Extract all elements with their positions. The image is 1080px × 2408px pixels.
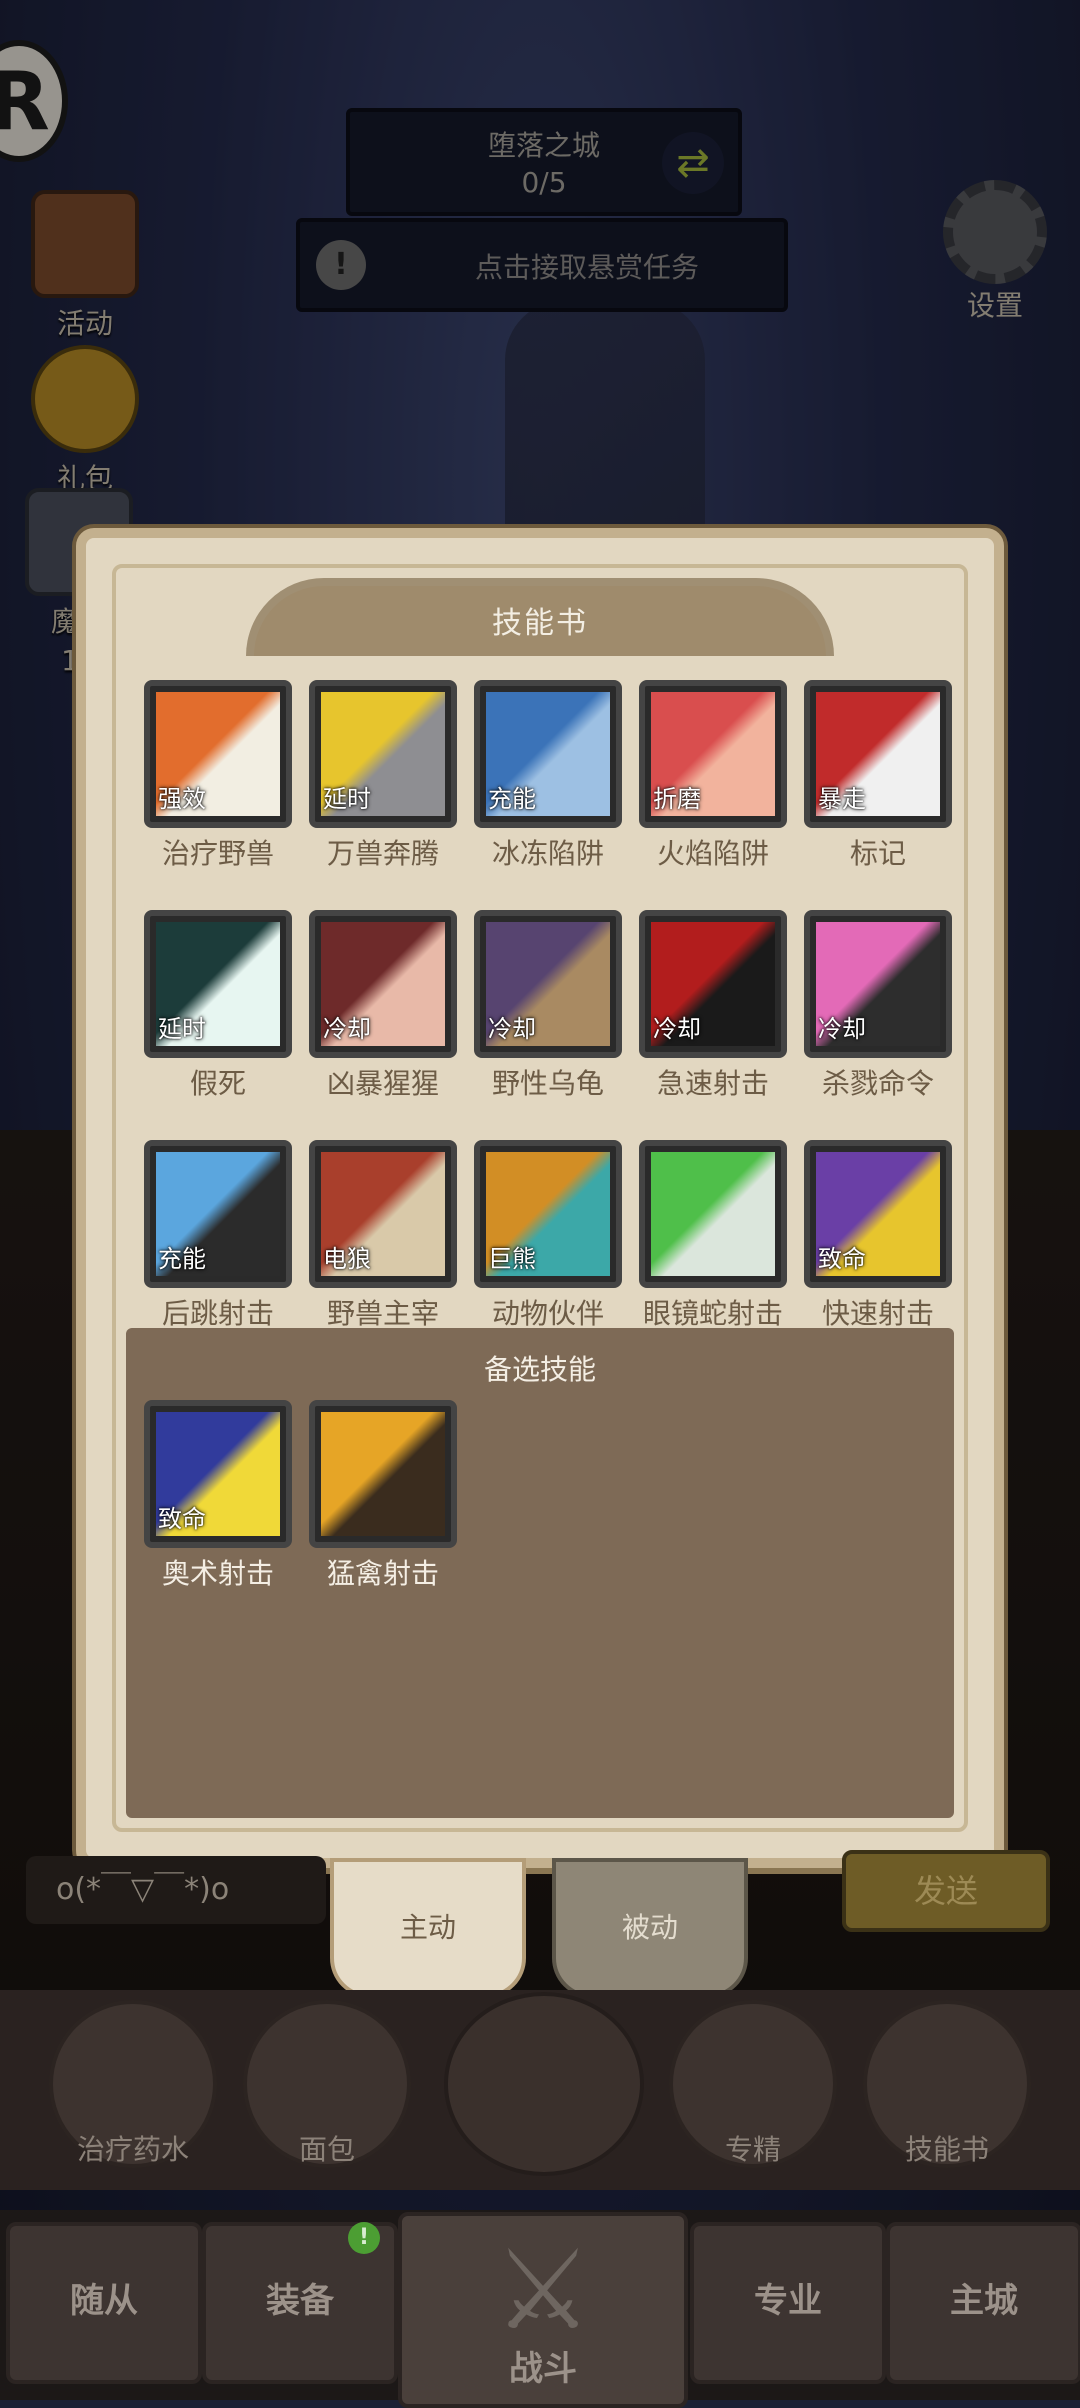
skill-tag: 折磨 bbox=[653, 785, 701, 813]
skill-icon: 折磨 bbox=[639, 680, 787, 828]
chest-icon[interactable] bbox=[444, 1992, 644, 2176]
skill-tag: 暴走 bbox=[818, 785, 866, 813]
skill-name: 奥术射击 bbox=[161, 1557, 274, 1590]
panel-title: 技能书 bbox=[492, 606, 588, 641]
action-label: 专精 bbox=[724, 2133, 781, 2166]
nav-follower[interactable]: 随从 bbox=[6, 2222, 202, 2384]
skill-art bbox=[651, 1152, 775, 1276]
skill-name: 野性乌龟 bbox=[491, 1067, 604, 1100]
skill-name: 火焰陷阱 bbox=[656, 837, 769, 870]
skill-card[interactable]: 延时假死 bbox=[144, 910, 292, 1102]
skill-name: 野兽主宰 bbox=[326, 1297, 439, 1330]
skill-icon: 巨熊 bbox=[474, 1140, 622, 1288]
skill-tag: 电狼 bbox=[323, 1245, 371, 1273]
skill-tag: 冷却 bbox=[488, 1015, 536, 1043]
tab-passive[interactable]: 被动 bbox=[552, 1858, 748, 1998]
nav-fight-label: 战斗 bbox=[509, 2349, 577, 2389]
tab-active[interactable]: 主动 bbox=[330, 1858, 526, 1998]
skill-name: 眼镜蛇射击 bbox=[642, 1297, 783, 1330]
nav-city[interactable]: 主城 bbox=[886, 2222, 1080, 2384]
skill-icon: 冷却 bbox=[804, 910, 952, 1058]
action-label: 技能书 bbox=[904, 2133, 989, 2166]
skill-icon bbox=[309, 1400, 457, 1548]
skill-card[interactable]: 眼镜蛇射击 bbox=[639, 1140, 787, 1332]
skill-icon: 冷却 bbox=[309, 910, 457, 1058]
skill-card[interactable]: 冷却 凶暴猩猩 bbox=[309, 910, 457, 1102]
skill-tag: 延时 bbox=[158, 1015, 206, 1043]
skill-tag: 冷却 bbox=[323, 1015, 371, 1043]
skill-name: 标记 bbox=[849, 837, 906, 870]
skill-name: 万兽奔腾 bbox=[326, 837, 439, 870]
notification-badge: ! bbox=[348, 2222, 380, 2254]
skill-card[interactable]: 猛禽射击 bbox=[309, 1400, 457, 1592]
skill-tag: 致命 bbox=[818, 1245, 866, 1273]
skill-book-panel: 技能书 强效 治疗野兽 延时 万兽奔腾 充能 冰冻陷阱 折磨 火焰陷阱 暴走 标记 延时 假死 冷却 凶暴… bbox=[76, 528, 1004, 1868]
skill-icon: 强效 bbox=[144, 680, 292, 828]
skill-tag: 冷却 bbox=[653, 1015, 701, 1043]
skill-icon: 延时 bbox=[309, 680, 457, 828]
nav-fight[interactable]: ⚔ 战斗 bbox=[398, 2212, 688, 2408]
skill-name: 凶暴猩猩 bbox=[326, 1067, 439, 1100]
skill-card[interactable]: 折磨 火焰陷阱 bbox=[639, 680, 787, 872]
chat-input[interactable]: o(*￣▽￣*)o bbox=[26, 1856, 326, 1924]
skill-icon: 暴走 bbox=[804, 680, 952, 828]
action-label: 面包 bbox=[298, 2133, 355, 2166]
reserve-area: 备选技能 致命 奥术射击 猛禽射击 bbox=[126, 1328, 954, 1818]
action-potion[interactable]: 治疗药水 bbox=[48, 2000, 218, 2168]
skill-card[interactable]: 充能 后跳射击 bbox=[144, 1140, 292, 1332]
skill-card[interactable]: 暴走标记 bbox=[804, 680, 952, 872]
skill-tag: 冷却 bbox=[818, 1015, 866, 1043]
skill-name: 急速射击 bbox=[656, 1067, 769, 1100]
nav-profession[interactable]: 专业 bbox=[690, 2222, 886, 2384]
skill-card[interactable]: 致命 快速射击 bbox=[804, 1140, 952, 1332]
skill-card[interactable]: 巨熊 动物伙伴 bbox=[474, 1140, 622, 1332]
skill-icon: 充能 bbox=[144, 1140, 292, 1288]
skill-card[interactable]: 冷却 急速射击 bbox=[639, 910, 787, 1102]
skill-card[interactable]: 充能 冰冻陷阱 bbox=[474, 680, 622, 872]
send-button[interactable]: 发送 bbox=[842, 1850, 1050, 1932]
action-bread[interactable]: 面包 bbox=[242, 2000, 412, 2168]
skill-card[interactable]: 电狼 野兽主宰 bbox=[309, 1140, 457, 1332]
skill-name: 杀戮命令 bbox=[821, 1067, 934, 1100]
skill-icon: 充能 bbox=[474, 680, 622, 828]
skill-name: 治疗野兽 bbox=[161, 837, 274, 870]
skill-tag: 充能 bbox=[158, 1245, 206, 1273]
skill-icon bbox=[639, 1140, 787, 1288]
action-spec[interactable]: 专精 bbox=[668, 2000, 838, 2168]
action-skillbook[interactable]: 技能书 bbox=[862, 2000, 1032, 2168]
skill-icon: 致命 bbox=[144, 1400, 292, 1548]
skill-icon: 延时 bbox=[144, 910, 292, 1058]
skill-icon: 致命 bbox=[804, 1140, 952, 1288]
skill-tag: 强效 bbox=[158, 785, 206, 813]
skill-grid: 强效 治疗野兽 延时 万兽奔腾 充能 冰冻陷阱 折磨 火焰陷阱 暴走 标记 延时 假死 冷却 凶暴猩猩 冷却… bbox=[144, 680, 964, 1332]
crossed-swords-icon: ⚔ bbox=[493, 2226, 593, 2354]
skill-icon: 电狼 bbox=[309, 1140, 457, 1288]
action-label: 治疗药水 bbox=[76, 2133, 189, 2166]
skill-art bbox=[321, 1412, 445, 1536]
skill-icon: 冷却 bbox=[639, 910, 787, 1058]
skill-name: 冰冻陷阱 bbox=[491, 837, 604, 870]
skill-tag: 充能 bbox=[488, 785, 536, 813]
skill-name: 动物伙伴 bbox=[491, 1297, 604, 1330]
skill-tag: 巨熊 bbox=[488, 1245, 536, 1273]
skill-name: 猛禽射击 bbox=[326, 1557, 439, 1590]
skill-card[interactable]: 致命 奥术射击 bbox=[144, 1400, 292, 1592]
skill-icon: 冷却 bbox=[474, 910, 622, 1058]
skill-card[interactable]: 冷却 杀戮命令 bbox=[804, 910, 952, 1102]
skill-name: 快速射击 bbox=[821, 1297, 934, 1330]
skill-name: 后跳射击 bbox=[161, 1297, 274, 1330]
skill-card[interactable]: 延时 万兽奔腾 bbox=[309, 680, 457, 872]
skill-tag: 致命 bbox=[158, 1505, 206, 1533]
skill-tag: 延时 bbox=[323, 785, 371, 813]
skill-name: 假死 bbox=[189, 1067, 246, 1100]
skill-card[interactable]: 冷却 野性乌龟 bbox=[474, 910, 622, 1102]
reserve-title: 备选技能 bbox=[483, 1353, 596, 1386]
skill-card[interactable]: 强效 治疗野兽 bbox=[144, 680, 292, 872]
